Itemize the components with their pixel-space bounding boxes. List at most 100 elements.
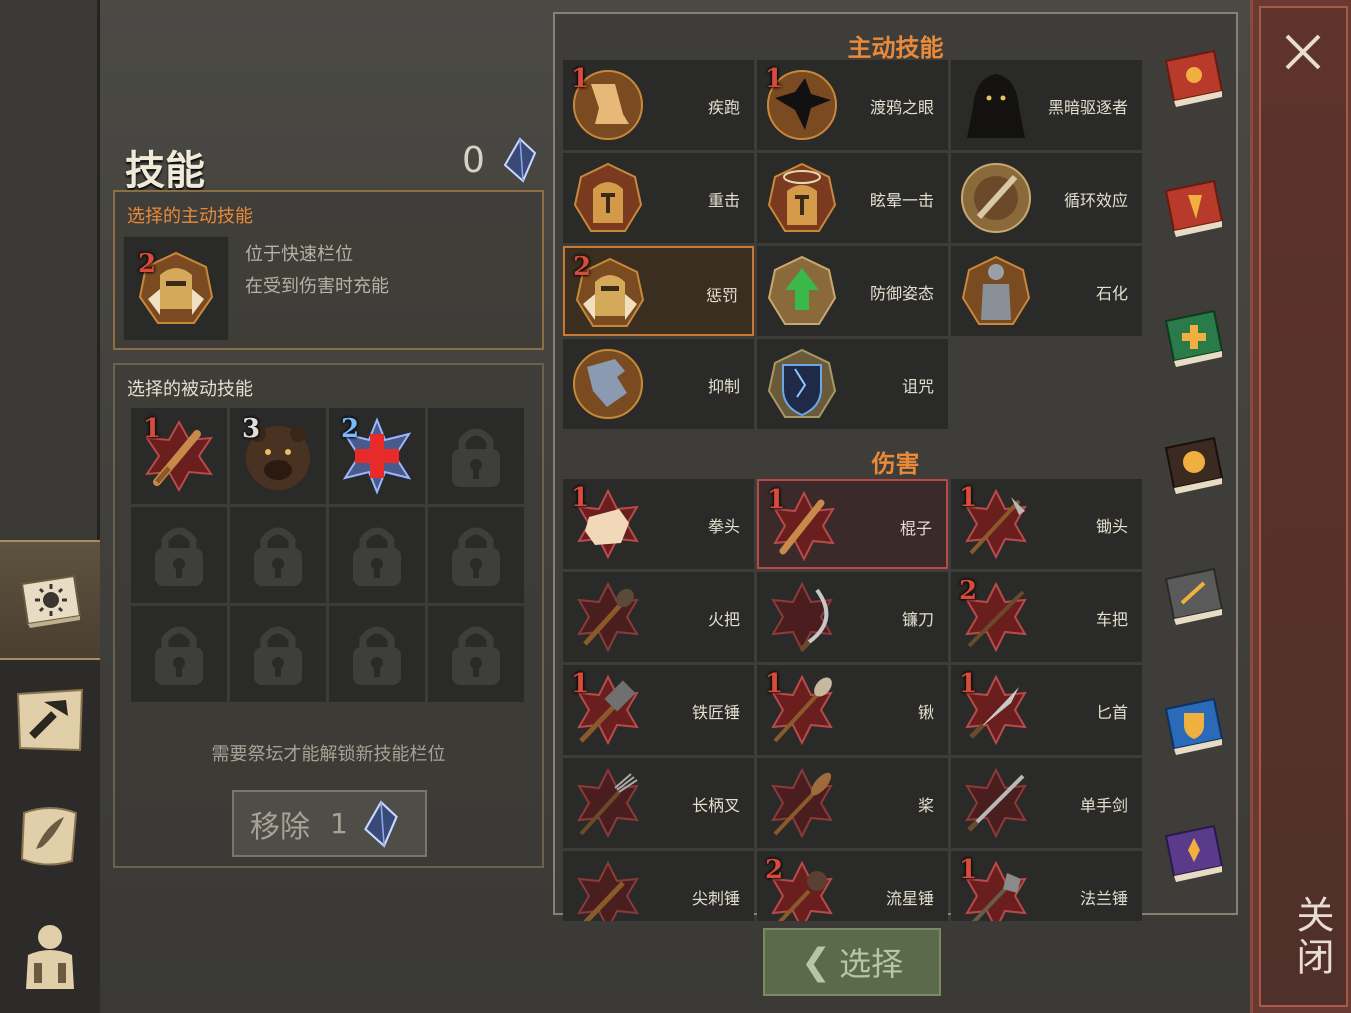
passive-slot[interactable]: 1 [131, 408, 227, 504]
skill-cell-selected[interactable]: 2 惩罚 [563, 246, 754, 336]
active-skill-grid: 1 疾跑 1 渡鸦之眼 黑暗驱逐者 重击 眩晕一击 循环效应 2 惩罚 防御姿态 石化… [563, 60, 1142, 429]
category-defense-book-icon[interactable] [1160, 693, 1226, 759]
skill-cell[interactable]: 抑制 [563, 339, 754, 429]
passive-slot[interactable]: 2 [329, 408, 425, 504]
heavy-strike-icon [573, 162, 643, 232]
select-button[interactable]: ❮ 选择 [763, 928, 941, 996]
skill-cell[interactable]: 单手剑 [951, 758, 1142, 848]
category-crafting-book-icon[interactable] [1160, 563, 1226, 629]
locked-slot [428, 606, 524, 702]
close-icon[interactable] [1281, 30, 1325, 74]
skill-cell[interactable]: 石化 [951, 246, 1142, 336]
skill-cell[interactable]: 镰刀 [757, 572, 948, 662]
nav-notes[interactable] [0, 790, 100, 880]
active-skill-label: 选择的主动技能 [127, 206, 253, 227]
skill-name: 棍子 [899, 519, 932, 538]
lock-icon [353, 527, 401, 586]
active-section-title: 主动技能 [847, 34, 944, 62]
skill-name: 流星锤 [885, 889, 934, 908]
lock-icon [452, 527, 500, 586]
selected-active-skill-slot[interactable]: 2 [123, 236, 229, 341]
skill-cell[interactable]: 防御姿态 [757, 246, 948, 336]
skill-cell[interactable]: 2 车把 [951, 572, 1142, 662]
skill-name: 锹 [917, 703, 934, 722]
category-healing-book-icon[interactable] [1160, 305, 1226, 371]
locked-slot [230, 507, 326, 603]
skill-level: 1 [571, 669, 590, 699]
close-panel[interactable]: 关闭 [1250, 0, 1351, 1013]
passive-skill-grid: 1 3 2 [131, 408, 524, 702]
skill-level: 1 [959, 855, 978, 885]
skill-level: 2 [765, 855, 784, 885]
skill-name: 锄头 [1095, 517, 1128, 536]
spiked-hammer-icon [577, 860, 639, 921]
skill-desc-line: 位于快速栏位 [245, 244, 353, 265]
skill-list-panel: 主动技能 1 疾跑 1 渡鸦之眼 黑暗驱逐者 重击 眩晕一击 循环效应 2 惩罚 防御… [553, 12, 1238, 921]
category-stealth-book-icon[interactable] [1160, 432, 1226, 498]
locked-slot [230, 606, 326, 702]
pitchfork-icon [577, 767, 639, 839]
skill-name: 石化 [1095, 284, 1128, 303]
skill-name: 防御姿态 [869, 284, 934, 303]
category-active-book-icon[interactable] [1160, 45, 1226, 111]
nav-skills[interactable] [0, 540, 100, 660]
skill-level: 1 [767, 485, 786, 515]
category-special-book-icon[interactable] [1160, 820, 1226, 886]
skill-cell[interactable]: 2 流星锤 [757, 851, 948, 921]
skill-name: 疾跑 [707, 98, 740, 117]
category-damage-book-icon[interactable] [1160, 175, 1226, 241]
skill-cell[interactable]: 1 匕首 [951, 665, 1142, 755]
skill-name: 抑制 [707, 377, 740, 396]
locked-slot [428, 507, 524, 603]
lock-icon [452, 626, 500, 685]
skill-name: 长柄叉 [691, 796, 740, 815]
skill-cell[interactable]: 诅咒 [757, 339, 948, 429]
nav-crafting[interactable] [0, 675, 100, 765]
selected-passive-skills-panel: 选择的被动技能 1 3 2 需要祭坛才能解锁新技能栏位 移除 1 [113, 363, 544, 868]
nav-character[interactable] [0, 900, 100, 1010]
skill-name: 重击 [707, 191, 740, 210]
lock-icon [155, 527, 203, 586]
skill-cell[interactable]: 桨 [757, 758, 948, 848]
skill-cell[interactable]: 1锹 [757, 665, 948, 755]
shield-sword-icon [961, 163, 1031, 233]
skill-cell-selected[interactable]: 1 棍子 [757, 479, 948, 569]
crystal-icon [364, 800, 398, 848]
skill-cell[interactable]: 1 铁匠锤 [563, 665, 754, 755]
skill-level: 1 [765, 64, 784, 94]
chevron-left-icon: ❮ [800, 941, 832, 983]
crystal-count: 0 [462, 140, 485, 181]
skill-cell[interactable]: 尖刺锤 [563, 851, 754, 921]
skill-name: 诅咒 [901, 377, 934, 396]
skill-name: 镰刀 [901, 610, 934, 629]
passive-slot[interactable]: 3 [230, 408, 326, 504]
skill-level: 1 [959, 483, 978, 513]
skill-cell[interactable]: 眩晕一击 [757, 153, 948, 243]
skill-name: 车把 [1095, 610, 1128, 629]
skill-cell[interactable]: 长柄叉 [563, 758, 754, 848]
locked-slot [329, 606, 425, 702]
skill-cell[interactable]: 1 渡鸦之眼 [757, 60, 948, 150]
remove-button[interactable]: 移除 1 [232, 790, 427, 857]
skill-cell[interactable]: 1 锄头 [951, 479, 1142, 569]
dark-hood-icon [967, 74, 1025, 138]
lock-icon [452, 428, 500, 487]
select-label: 选择 [839, 945, 904, 983]
paddle-icon [771, 767, 833, 839]
crystal-icon [503, 137, 537, 183]
skill-cell[interactable]: 1 疾跑 [563, 60, 754, 150]
skill-cell[interactable]: 火把 [563, 572, 754, 662]
skill-level: 1 [143, 414, 162, 444]
skill-cell[interactable]: 重击 [563, 153, 754, 243]
skill-name: 匕首 [1095, 703, 1128, 722]
skill-cell[interactable]: 循环效应 [951, 153, 1142, 243]
skill-level: 2 [959, 576, 978, 606]
skill-name: 火把 [707, 610, 740, 629]
skill-cell[interactable]: 1 法兰锤 [951, 851, 1142, 921]
skill-cell[interactable]: 黑暗驱逐者 [951, 60, 1142, 150]
skill-name: 黑暗驱逐者 [1047, 98, 1128, 117]
skill-name: 尖刺锤 [691, 889, 740, 908]
skill-cell[interactable]: 1 拳头 [563, 479, 754, 569]
skill-level: 2 [341, 414, 360, 444]
scroll-quill-icon [20, 807, 78, 866]
